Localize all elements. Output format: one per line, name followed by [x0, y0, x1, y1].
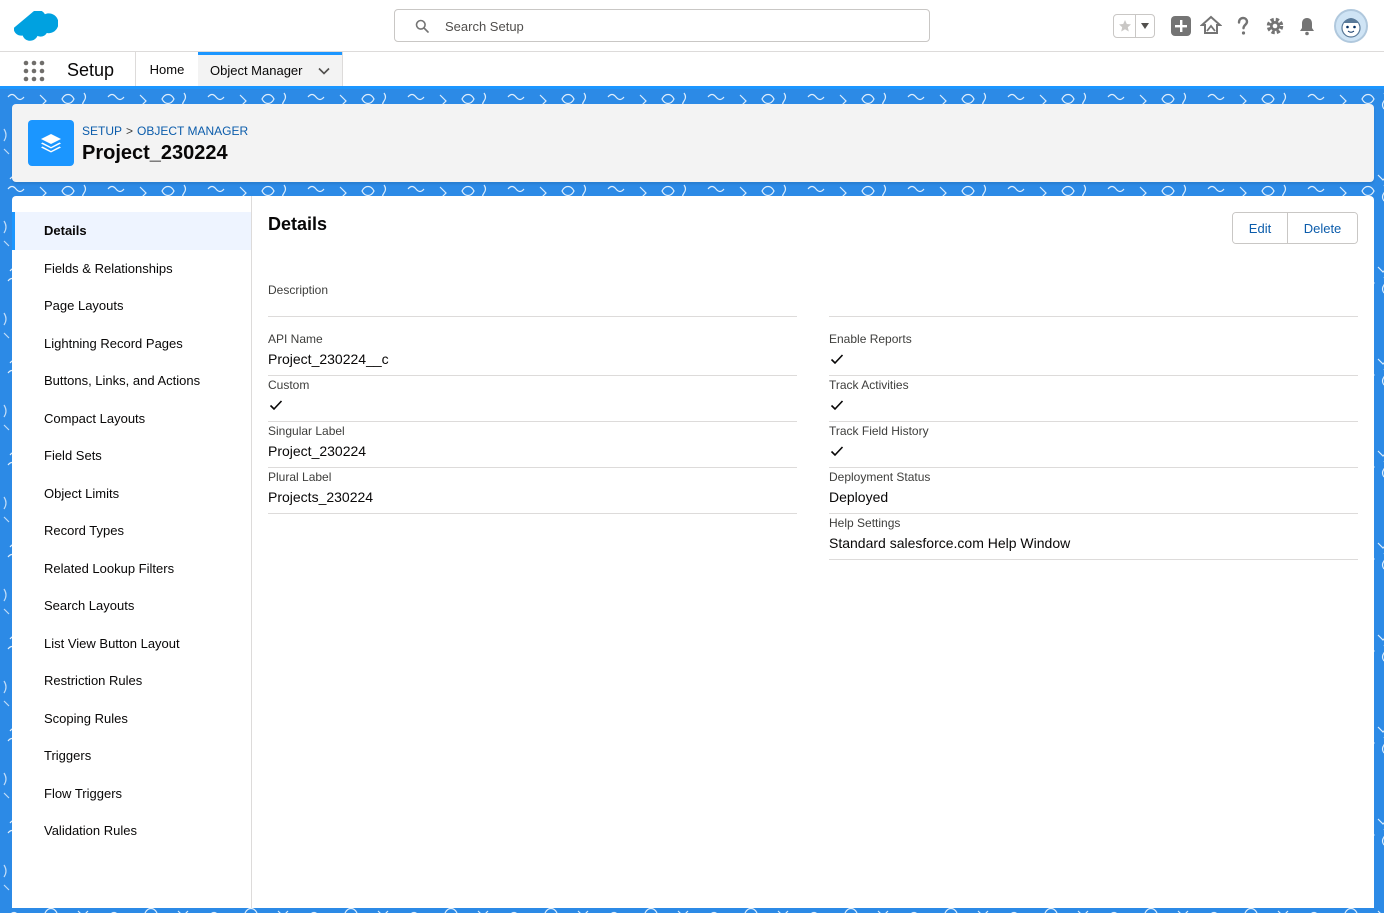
help-icon[interactable] [1232, 15, 1254, 37]
breadcrumb-separator: > [126, 124, 134, 138]
sidebar-item-compact-layouts[interactable]: Compact Layouts [12, 400, 251, 438]
nav-tab-home[interactable]: Home [136, 52, 198, 86]
sidebar-item-flow-triggers[interactable]: Flow Triggers [12, 775, 251, 813]
chevron-down-icon[interactable] [317, 64, 331, 78]
field-api-name: API Name Project_230224__c [268, 330, 797, 376]
field-value: Project_230224__c [268, 351, 389, 367]
context-divider-right [342, 52, 343, 86]
delete-button[interactable]: Delete [1288, 213, 1357, 243]
app-launcher-icon[interactable] [22, 59, 46, 83]
nav-tab-object-manager[interactable]: Object Manager [198, 52, 343, 86]
field-label: API Name [268, 332, 323, 346]
salesforce-logo-icon[interactable] [13, 10, 59, 41]
favorites-group [1113, 14, 1155, 38]
field-custom: Custom [268, 376, 797, 422]
edit-button[interactable]: Edit [1233, 213, 1288, 243]
sidebar-item-object-limits[interactable]: Object Limits [12, 475, 251, 513]
field-value: Projects_230224 [268, 489, 374, 505]
checkmark-icon [830, 354, 844, 365]
user-avatar[interactable] [1334, 9, 1368, 43]
field-label: Custom [268, 378, 310, 392]
checkmark-icon [830, 400, 844, 411]
sidebar-item-buttons-links-actions[interactable]: Buttons, Links, and Actions [12, 362, 251, 400]
field-label: Singular Label [268, 424, 345, 438]
global-header [0, 0, 1384, 52]
field-label: Enable Reports [829, 332, 912, 346]
field-label: Track Field History [829, 424, 929, 438]
field-track-activities: Track Activities [829, 376, 1358, 422]
favorites-star-icon[interactable] [1114, 15, 1136, 37]
sidebar-item-restriction-rules[interactable]: Restriction Rules [12, 662, 251, 700]
details-right-column: Enable Reports Track Activities Track Fi… [829, 330, 1358, 560]
breadcrumb-setup-link[interactable]: SETUP [82, 124, 122, 138]
field-label: Track Activities [829, 378, 909, 392]
sidebar-item-fields-relationships[interactable]: Fields & Relationships [12, 250, 251, 288]
sidebar-item-triggers[interactable]: Triggers [12, 737, 251, 775]
sidebar-item-search-layouts[interactable]: Search Layouts [12, 587, 251, 625]
breadcrumb: SETUP > OBJECT MANAGER [82, 124, 248, 138]
field-plural-label: Plural Label Projects_230224 [268, 468, 797, 514]
sidebar-item-page-layouts[interactable]: Page Layouts [12, 287, 251, 325]
page-title: Project_230224 [82, 142, 228, 164]
search-icon [415, 19, 429, 33]
field-deployment-status: Deployment Status Deployed [829, 468, 1358, 514]
sidebar-item-record-types[interactable]: Record Types [12, 512, 251, 550]
sidebar-item-validation-rules[interactable]: Validation Rules [12, 812, 251, 850]
main-panel: Details Fields & Relationships Page Layo… [12, 196, 1374, 908]
global-actions-add-icon[interactable] [1170, 15, 1192, 37]
field-singular-label: Singular Label Project_230224 [268, 422, 797, 468]
sidebar-item-list-view-button-layout[interactable]: List View Button Layout [12, 625, 251, 663]
field-track-field-history: Track Field History [829, 422, 1358, 468]
field-label: Help Settings [829, 516, 901, 530]
details-left-column: API Name Project_230224__c Custom Singul… [268, 330, 797, 514]
sidebar-item-field-sets[interactable]: Field Sets [12, 437, 251, 475]
object-page-header: SETUP > OBJECT MANAGER Project_230224 [12, 104, 1374, 182]
divider [829, 316, 1358, 317]
field-value: Standard salesforce.com Help Window [829, 535, 1071, 551]
field-value: Deployed [829, 489, 889, 505]
details-content: Details Edit Delete Description API Name… [268, 196, 1358, 908]
field-value: Project_230224 [268, 443, 367, 459]
context-bar: Setup Home Object Manager [0, 52, 1384, 89]
gear-icon[interactable] [1264, 15, 1286, 37]
details-button-group: Edit Delete [1232, 212, 1358, 244]
favorites-menu-caret-icon[interactable] [1136, 15, 1154, 37]
sidebar-item-related-lookup-filters[interactable]: Related Lookup Filters [12, 550, 251, 588]
details-title: Details [268, 214, 328, 234]
object-sidebar: Details Fields & Relationships Page Layo… [12, 196, 252, 908]
trailhead-guidance-icon[interactable] [1200, 15, 1222, 37]
divider [268, 316, 797, 317]
field-label: Deployment Status [829, 470, 931, 484]
field-enable-reports: Enable Reports [829, 330, 1358, 376]
app-name: Setup [67, 60, 115, 80]
breadcrumb-object-manager-link[interactable]: OBJECT MANAGER [137, 124, 248, 138]
sidebar-item-details[interactable]: Details [12, 212, 251, 250]
layers-icon [28, 120, 74, 166]
sidebar-item-lightning-record-pages[interactable]: Lightning Record Pages [12, 325, 251, 363]
search-setup-box[interactable] [394, 9, 930, 42]
sidebar-item-scoping-rules[interactable]: Scoping Rules [12, 700, 251, 738]
search-input[interactable] [445, 16, 915, 36]
field-help-settings: Help Settings Standard salesforce.com He… [829, 514, 1358, 560]
field-label: Plural Label [268, 470, 332, 484]
nav-tab-object-manager-label: Object Manager [210, 63, 303, 78]
checkmark-icon [830, 446, 844, 457]
checkmark-icon [269, 400, 283, 411]
description-label: Description [268, 283, 329, 297]
notifications-bell-icon[interactable] [1296, 15, 1318, 37]
